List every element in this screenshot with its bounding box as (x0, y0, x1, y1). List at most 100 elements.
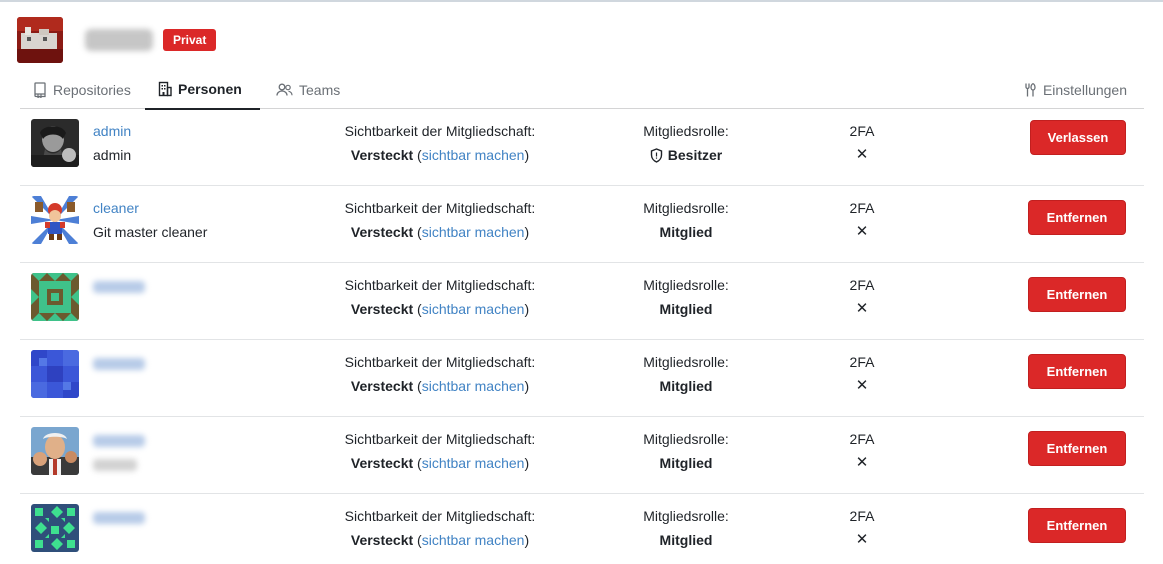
twofa-disabled-icon: ✕ (855, 454, 869, 471)
username-link[interactable]: cleaner (93, 200, 139, 216)
remove-button[interactable]: Entfernen (1028, 508, 1126, 543)
visibility-value: Versteckt (sichtbar machen) (320, 301, 560, 317)
role-name: Mitglied (659, 224, 713, 240)
user-fullname (93, 459, 137, 471)
member-row: admin admin Sichtbarkeit der Mitgliedsch… (20, 109, 1144, 186)
twofa-label: 2FA (849, 200, 875, 216)
paren-close: ) (524, 532, 530, 548)
tab-repositories-label: Repositories (53, 81, 131, 98)
avatar[interactable] (31, 504, 79, 552)
visibility-label: Sichtbarkeit der Mitgliedschaft: (344, 431, 536, 447)
role-label: Mitgliedsrolle: (643, 277, 729, 293)
tab-teams[interactable]: Teams (263, 70, 353, 109)
user-fullname: Git master cleaner (93, 224, 208, 240)
visibility-value: Versteckt (sichtbar machen) (320, 532, 560, 548)
visibility-label: Sichtbarkeit der Mitgliedschaft: (344, 123, 536, 139)
paren-close: ) (524, 301, 530, 317)
member-row: cleaner Git master cleaner Sichtbarkeit … (20, 186, 1144, 263)
role-label: Mitgliedsrolle: (643, 123, 729, 139)
member-row: Sichtbarkeit der Mitgliedschaft: Verstec… (20, 263, 1144, 340)
twofa-disabled-icon: ✕ (855, 531, 869, 548)
role-name: Mitglied (659, 378, 713, 394)
member-row: Sichtbarkeit der Mitgliedschaft: Verstec… (20, 417, 1144, 494)
username-link[interactable]: admin (93, 123, 131, 139)
user-fullname: admin (93, 147, 132, 163)
make-visible-link[interactable]: sichtbar machen (422, 532, 525, 548)
building-icon (158, 81, 172, 97)
tools-icon (1025, 82, 1036, 96)
twofa-label: 2FA (849, 123, 875, 139)
visibility-status: Versteckt (350, 378, 414, 394)
tab-people-label: Personen (178, 81, 242, 97)
org-tabs: Repositories Personen Teams Einstellunge… (20, 70, 1144, 110)
make-visible-link[interactable]: sichtbar machen (422, 455, 525, 471)
twofa-disabled-icon: ✕ (855, 223, 869, 240)
role-name: Mitglied (659, 455, 713, 471)
private-badge: Privat (163, 29, 217, 51)
remove-button[interactable]: Entfernen (1028, 431, 1126, 466)
paren-close: ) (524, 147, 530, 163)
tab-settings-label: Einstellungen (1042, 81, 1127, 98)
role-label: Mitgliedsrolle: (643, 431, 729, 447)
visibility-value: Versteckt (sichtbar machen) (320, 455, 560, 471)
role-label: Mitgliedsrolle: (643, 508, 729, 524)
role-value: Besitzer (620, 147, 752, 163)
top-border (0, 0, 1163, 2)
role-label: Mitgliedsrolle: (643, 354, 729, 370)
username-link[interactable] (93, 435, 145, 447)
org-name (85, 29, 153, 51)
make-visible-link[interactable]: sichtbar machen (422, 224, 525, 240)
visibility-label: Sichtbarkeit der Mitgliedschaft: (344, 277, 536, 293)
remove-button[interactable]: Entfernen (1028, 200, 1126, 235)
username-link[interactable] (93, 281, 145, 293)
org-avatar[interactable] (17, 17, 63, 63)
shield-icon (650, 147, 662, 163)
twofa-disabled-icon: ✕ (855, 377, 869, 394)
visibility-label: Sichtbarkeit der Mitgliedschaft: (344, 200, 536, 216)
make-visible-link[interactable]: sichtbar machen (422, 378, 525, 394)
role-name: Besitzer (667, 147, 723, 163)
role-label: Mitgliedsrolle: (643, 200, 729, 216)
avatar[interactable] (31, 196, 79, 244)
remove-button[interactable]: Entfernen (1028, 354, 1126, 389)
visibility-status: Versteckt (350, 224, 414, 240)
twofa-disabled-icon: ✕ (855, 300, 869, 317)
visibility-status: Versteckt (350, 455, 414, 471)
repo-icon (34, 81, 46, 98)
twofa-label: 2FA (849, 354, 875, 370)
avatar[interactable] (31, 350, 79, 398)
role-name: Mitglied (659, 301, 713, 317)
tab-repositories[interactable]: Repositories (20, 70, 144, 109)
avatar[interactable] (31, 119, 79, 167)
visibility-status: Versteckt (350, 147, 414, 163)
org-header: Privat (17, 17, 217, 63)
twofa-label: 2FA (849, 431, 875, 447)
make-visible-link[interactable]: sichtbar machen (422, 147, 525, 163)
member-row: Sichtbarkeit der Mitgliedschaft: Verstec… (20, 494, 1144, 564)
visibility-status: Versteckt (350, 532, 414, 548)
avatar[interactable] (31, 427, 79, 475)
twofa-disabled-icon: ✕ (855, 146, 869, 163)
tab-teams-label: Teams (299, 81, 341, 98)
role-name: Mitglied (659, 532, 713, 548)
leave-button[interactable]: Verlassen (1030, 120, 1126, 155)
twofa-label: 2FA (849, 277, 875, 293)
username-link[interactable] (93, 512, 145, 524)
paren-close: ) (524, 378, 530, 394)
member-list: admin admin Sichtbarkeit der Mitgliedsch… (20, 109, 1144, 564)
visibility-label: Sichtbarkeit der Mitgliedschaft: (344, 354, 536, 370)
member-row: Sichtbarkeit der Mitgliedschaft: Verstec… (20, 340, 1144, 417)
remove-button[interactable]: Entfernen (1028, 277, 1126, 312)
tab-people[interactable]: Personen (145, 70, 260, 110)
tab-settings[interactable]: Einstellungen (1010, 70, 1140, 109)
visibility-value: Versteckt (sichtbar machen) (320, 224, 560, 240)
make-visible-link[interactable]: sichtbar machen (422, 301, 525, 317)
paren-close: ) (524, 455, 530, 471)
username-link[interactable] (93, 358, 145, 370)
twofa-label: 2FA (849, 508, 875, 524)
visibility-value: Versteckt (sichtbar machen) (320, 147, 560, 163)
avatar[interactable] (31, 273, 79, 321)
visibility-label: Sichtbarkeit der Mitgliedschaft: (344, 508, 536, 524)
visibility-status: Versteckt (350, 301, 414, 317)
paren-close: ) (524, 224, 530, 240)
